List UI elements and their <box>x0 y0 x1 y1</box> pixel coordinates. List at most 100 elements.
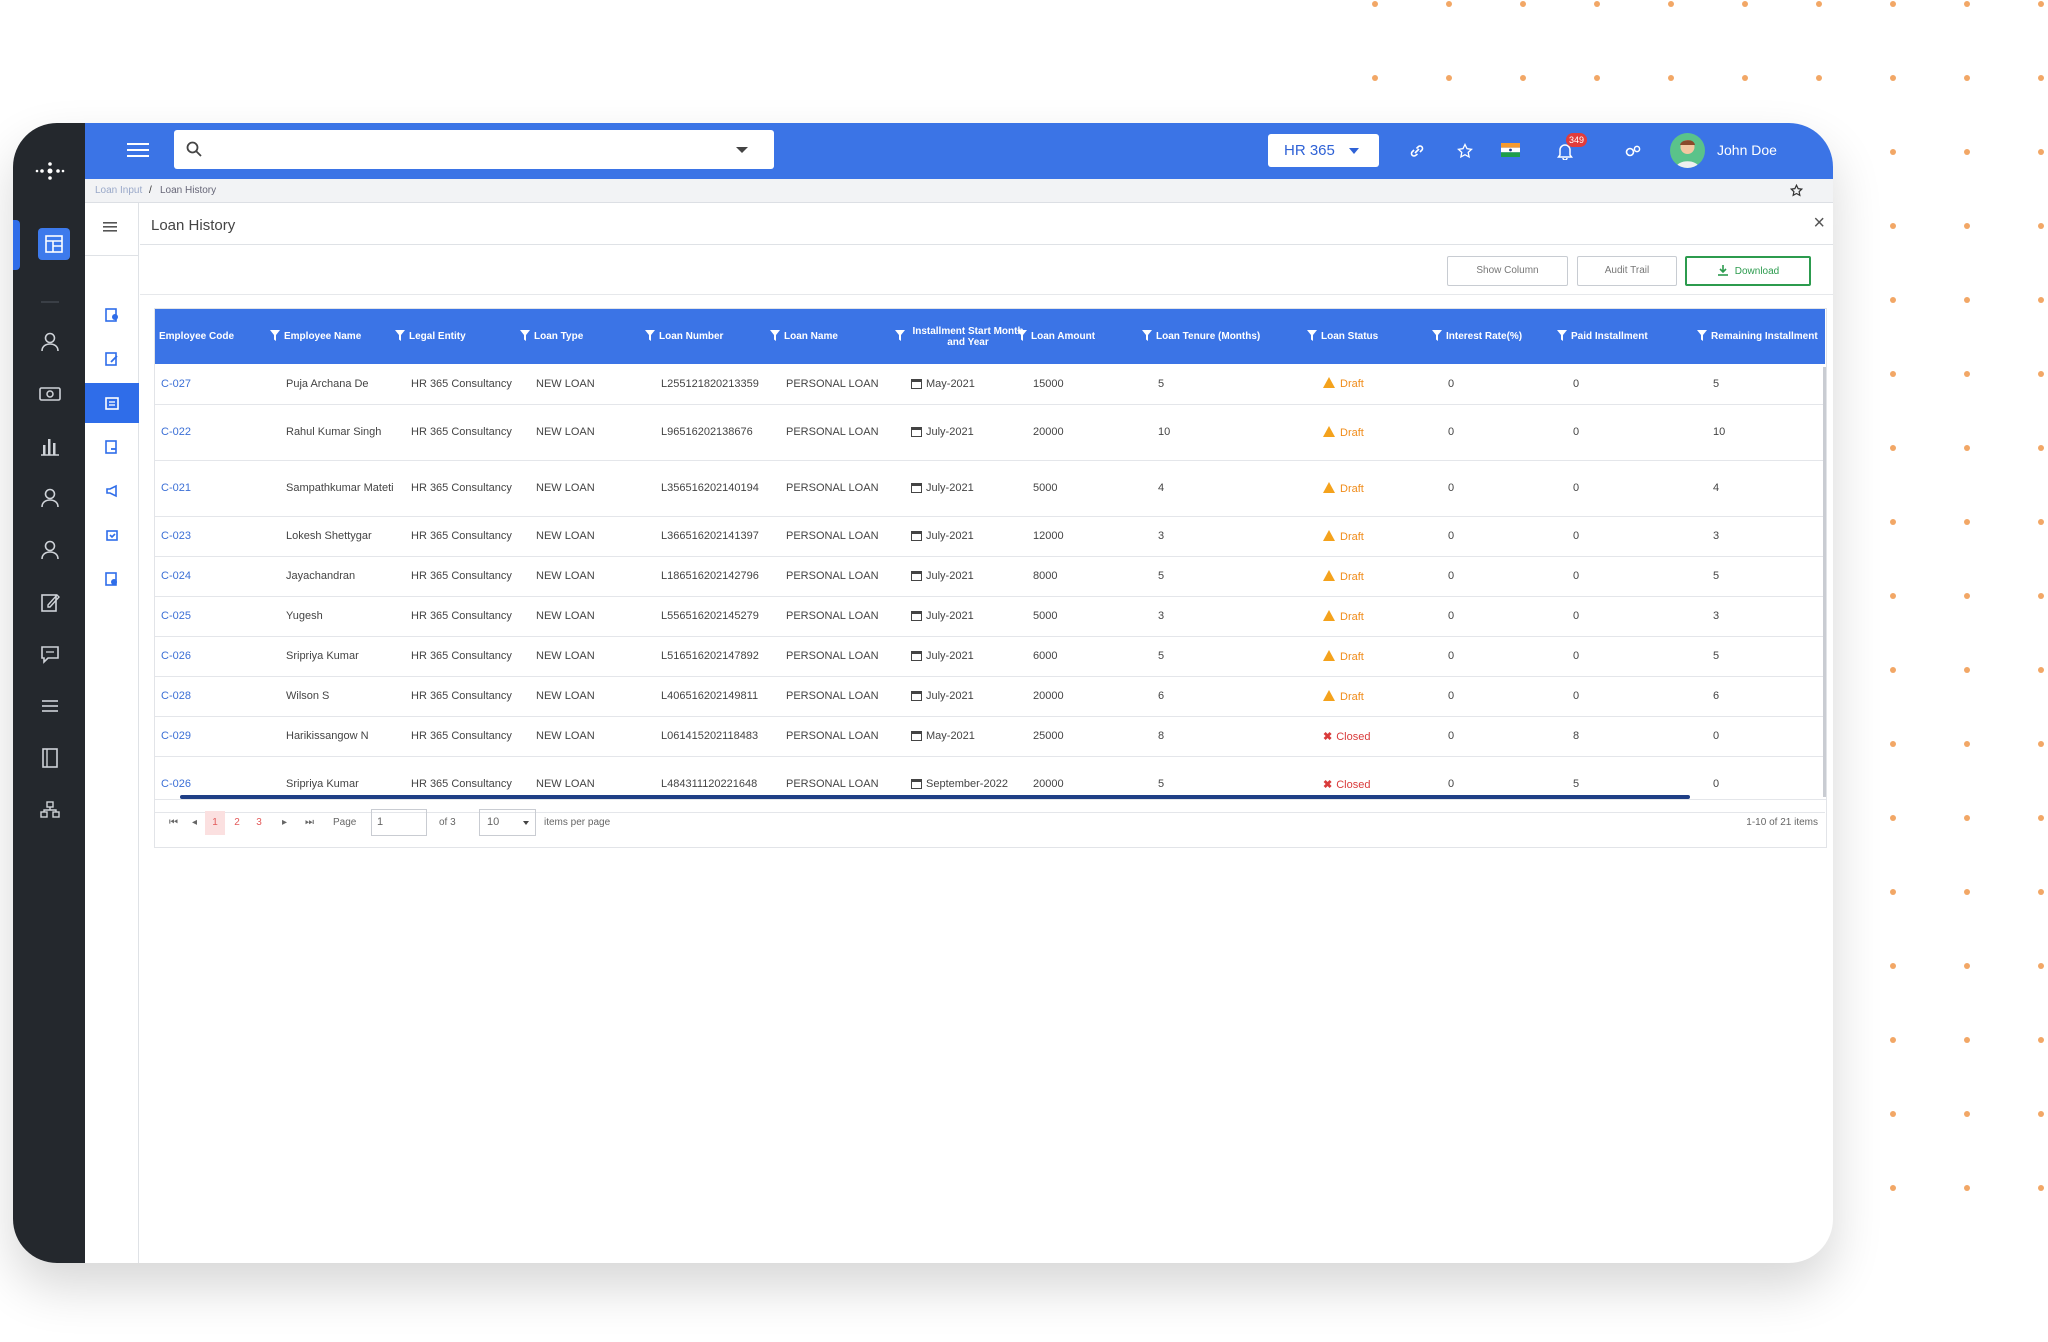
edit-document-icon[interactable] <box>37 589 63 615</box>
cell-code[interactable]: C-021 <box>155 460 280 517</box>
loan-apply-icon[interactable] <box>85 295 139 335</box>
last-page-icon[interactable]: ⏭ <box>305 817 314 828</box>
profile-icon[interactable] <box>37 537 63 563</box>
cell-value: L516516202147892 <box>661 650 759 662</box>
page-number-button[interactable]: 2 <box>227 811 247 835</box>
collapse-menu-icon[interactable] <box>103 221 117 233</box>
cell-code[interactable]: C-024 <box>155 556 280 597</box>
filter-icon[interactable] <box>1307 330 1317 341</box>
avatar[interactable] <box>1670 133 1705 168</box>
column-header[interactable]: Loan Number <box>655 309 780 364</box>
book-icon[interactable] <box>37 745 63 771</box>
column-header[interactable]: Employee Code <box>155 309 280 364</box>
filter-icon[interactable] <box>895 330 905 341</box>
column-header[interactable]: Paid Installment <box>1567 309 1707 364</box>
filter-icon[interactable] <box>395 330 405 341</box>
column-header[interactable]: Loan Tenure (Months) <box>1152 309 1317 364</box>
loan-report-icon[interactable] <box>85 427 139 467</box>
show-column-button[interactable]: Show Column <box>1447 256 1568 286</box>
cell-value: July-2021 <box>926 482 974 494</box>
table-row[interactable]: C-024 Jayachandran HR 365 Consultancy NEW L… <box>155 556 1825 597</box>
next-page-icon[interactable]: ▸ <box>282 817 287 828</box>
dashboard-icon[interactable] <box>38 228 70 260</box>
chat-icon[interactable] <box>37 641 63 667</box>
column-header[interactable]: Loan Status <box>1317 309 1442 364</box>
filter-icon[interactable] <box>1557 330 1567 341</box>
india-flag-icon[interactable] <box>1501 143 1520 157</box>
filter-icon[interactable] <box>270 330 280 341</box>
employee-icon[interactable] <box>37 329 63 355</box>
filter-icon[interactable] <box>1017 330 1027 341</box>
decorative-dot <box>1964 371 1970 377</box>
announcement-icon[interactable] <box>85 471 139 511</box>
previous-page-icon[interactable]: ◂ <box>192 817 197 828</box>
table-row[interactable]: C-028 Wilson S HR 365 Consultancy NEW LOAN L… <box>155 676 1825 717</box>
filter-icon[interactable] <box>1697 330 1707 341</box>
user-name[interactable]: John Doe <box>1717 142 1777 158</box>
column-header[interactable]: Interest Rate(%) <box>1442 309 1567 364</box>
module-selector[interactable]: HR 365 <box>1268 134 1379 167</box>
cell-tenure: 5 <box>1152 364 1317 405</box>
cell-value: July-2021 <box>926 530 974 542</box>
filter-icon[interactable] <box>1142 330 1152 341</box>
user-icon[interactable] <box>37 485 63 511</box>
filter-icon[interactable] <box>1432 330 1442 341</box>
vertical-scrollbar[interactable] <box>1823 367 1826 797</box>
loan-document-icon[interactable] <box>85 339 139 379</box>
table-row[interactable]: C-027 Puja Archana De HR 365 Consultancy NE… <box>155 364 1825 405</box>
cell-code[interactable]: C-023 <box>155 516 280 557</box>
cell-code[interactable]: C-025 <box>155 596 280 637</box>
column-header[interactable]: Loan Type <box>530 309 655 364</box>
breadcrumb-parent-link[interactable]: Loan Input <box>95 179 142 203</box>
items-per-page-select[interactable]: 10 <box>479 809 536 836</box>
search-input[interactable] <box>174 130 774 169</box>
table-row[interactable]: C-029 Harikissangow N HR 365 Consultancy NE… <box>155 716 1825 757</box>
column-header[interactable]: Legal Entity <box>405 309 530 364</box>
filter-icon[interactable] <box>645 330 655 341</box>
page-number-input[interactable]: 1 <box>371 809 427 836</box>
download-button[interactable]: Download <box>1685 256 1811 286</box>
filter-icon[interactable] <box>520 330 530 341</box>
column-header[interactable]: Installment Start Month and Year <box>905 309 1027 364</box>
reports-chart-icon[interactable] <box>37 433 63 459</box>
cell-code[interactable]: C-027 <box>155 364 280 405</box>
link-icon[interactable] <box>1406 140 1428 162</box>
audit-trail-button[interactable]: Audit Trail <box>1577 256 1677 286</box>
loan-settings-icon[interactable] <box>85 559 139 599</box>
module-selector-label: HR 365 <box>1284 142 1335 159</box>
column-header[interactable]: Employee Name <box>280 309 405 364</box>
list-icon[interactable] <box>37 693 63 719</box>
table-row[interactable]: C-025 Yugesh HR 365 Consultancy NEW LOAN L55… <box>155 596 1825 637</box>
organization-icon[interactable] <box>37 797 63 823</box>
page-number-button[interactable]: 3 <box>249 811 269 835</box>
cell-value: July-2021 <box>926 610 974 622</box>
chevron-down-icon[interactable] <box>736 147 748 153</box>
cell-value: 0 <box>1448 778 1455 790</box>
cell-code[interactable]: C-026 <box>155 636 280 677</box>
first-page-icon[interactable]: ⏮ <box>169 817 178 828</box>
filter-icon[interactable] <box>770 330 780 341</box>
decorative-dot <box>1890 1111 1896 1117</box>
close-icon[interactable]: × <box>1813 213 1825 233</box>
column-header-label: Remaining Installment <box>1711 331 1818 342</box>
cell-value: July-2021 <box>926 690 974 702</box>
cell-code[interactable]: C-028 <box>155 676 280 717</box>
decorative-dot <box>1594 1 1600 7</box>
favorite-star-icon[interactable] <box>1790 184 1803 197</box>
cell-code[interactable]: C-029 <box>155 716 280 757</box>
column-header[interactable]: Loan Amount <box>1027 309 1152 364</box>
table-row[interactable]: C-022 Rahul Kumar Singh HR 365 Consultancy… <box>155 404 1825 461</box>
table-row[interactable]: C-021 Sampathkumar Mateti HR 365 Consultan… <box>155 460 1825 517</box>
menu-icon[interactable] <box>127 141 149 159</box>
table-row[interactable]: C-023 Lokesh Shettygar HR 365 Consultancy N… <box>155 516 1825 557</box>
star-icon[interactable] <box>1454 140 1476 162</box>
cell-code[interactable]: C-022 <box>155 404 280 461</box>
page-number-button[interactable]: 1 <box>205 811 225 835</box>
column-header[interactable]: Remaining Installment <box>1707 309 1825 364</box>
settings-gear-icon[interactable] <box>1622 140 1644 162</box>
table-row[interactable]: C-026 Sripriya Kumar HR 365 Consultancy NEW… <box>155 636 1825 677</box>
loan-history-icon[interactable] <box>85 383 139 423</box>
payroll-icon[interactable] <box>37 381 63 407</box>
column-header[interactable]: Loan Name <box>780 309 905 364</box>
loan-approval-icon[interactable] <box>85 515 139 555</box>
